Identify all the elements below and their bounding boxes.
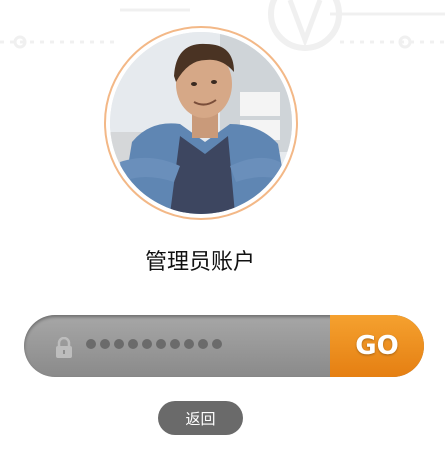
- lock-icon: [56, 337, 72, 358]
- password-dot: [198, 339, 208, 349]
- password-dot: [100, 339, 110, 349]
- back-button[interactable]: 返回: [158, 401, 243, 435]
- account-name: 管理员账户: [144, 250, 255, 275]
- avatar: [110, 32, 292, 214]
- password-mask: [86, 339, 222, 349]
- password-dot: [114, 339, 124, 349]
- password-dot: [86, 339, 96, 349]
- user-avatar-photo: [110, 32, 292, 214]
- password-dot: [142, 339, 152, 349]
- password-dot: [128, 339, 138, 349]
- go-button[interactable]: GO: [330, 315, 424, 377]
- password-dot: [170, 339, 180, 349]
- password-dot: [212, 339, 222, 349]
- password-input[interactable]: GO: [24, 315, 424, 377]
- password-dot: [184, 339, 194, 349]
- password-dot: [156, 339, 166, 349]
